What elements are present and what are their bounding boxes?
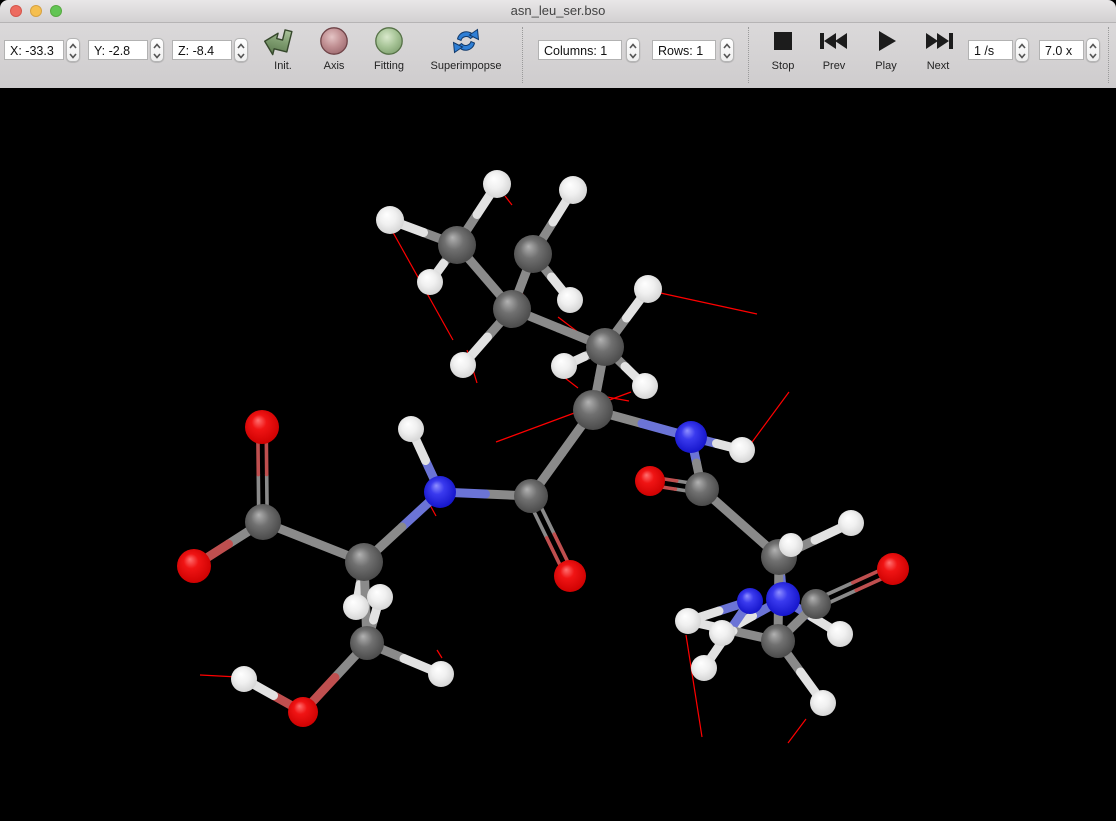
atom-h [343, 594, 369, 620]
atom-h [632, 373, 658, 399]
atom-o [245, 410, 279, 444]
z-rotation-field[interactable]: Z: -8.4 [172, 40, 232, 60]
toolbar-separator [522, 27, 523, 83]
fitting-label: Fitting [374, 60, 404, 72]
fitting-icon[interactable] [374, 26, 404, 61]
atom-h [428, 661, 454, 687]
rows-stepper[interactable] [720, 38, 734, 62]
toolbar-separator [1108, 27, 1109, 83]
x-rotation-field[interactable]: X: -33.3 [4, 40, 64, 60]
atom-h [551, 353, 577, 379]
next-icon[interactable] [923, 31, 955, 56]
atom-c [438, 226, 476, 264]
columns-stepper[interactable] [626, 38, 640, 62]
y-rotation-stepper[interactable] [150, 38, 164, 62]
atom-h [557, 287, 583, 313]
atom-h [559, 176, 587, 204]
rows-field[interactable]: Rows: 1 [652, 40, 716, 60]
atom-h [634, 275, 662, 303]
atom-c [514, 479, 548, 513]
y-rotation-field[interactable]: Y: -2.8 [88, 40, 148, 60]
atom-c [573, 390, 613, 430]
atom-h [231, 666, 257, 692]
z-rotation-stepper[interactable] [234, 38, 248, 62]
atom-c [801, 589, 831, 619]
window-title: asn_leu_ser.bso [0, 3, 1116, 18]
atom-c [586, 328, 624, 366]
atom-c [514, 235, 552, 273]
atom-c [685, 472, 719, 506]
atom-c [761, 624, 795, 658]
stop-label: Stop [772, 60, 795, 72]
play-label: Play [875, 60, 896, 72]
prev-label: Prev [823, 60, 846, 72]
atom-h [483, 170, 511, 198]
toolbar-separator [748, 27, 749, 83]
atom-o [635, 466, 665, 496]
atom-h [691, 655, 717, 681]
atom-c [493, 290, 531, 328]
x-rotation-stepper[interactable] [66, 38, 80, 62]
atom-o [177, 549, 211, 583]
atom-h [729, 437, 755, 463]
atom-h [810, 690, 836, 716]
play-icon[interactable] [877, 30, 897, 57]
atom-h [417, 269, 443, 295]
superimpose-label: Superimpopse [431, 60, 502, 72]
atom-h [376, 206, 404, 234]
columns-field[interactable]: Columns: 1 [538, 40, 622, 60]
atom-c [245, 504, 281, 540]
toolbar: X: -33.3 Y: -2.8 Z: -8.4 Init. [0, 23, 1116, 89]
atom-h [367, 584, 393, 610]
atom-n [766, 582, 800, 616]
axis-label: Axis [324, 60, 345, 72]
atom-n [737, 588, 763, 614]
atom-n [675, 421, 707, 453]
atom-h [779, 533, 803, 557]
speed-stepper[interactable] [1015, 38, 1029, 62]
titlebar[interactable]: asn_leu_ser.bso [0, 0, 1116, 23]
atom-h [709, 620, 735, 646]
init-label: Init. [274, 60, 292, 72]
stop-icon[interactable] [773, 31, 793, 56]
speed-field[interactable]: 1 /s [968, 40, 1013, 60]
atom-h [450, 352, 476, 378]
molecule-svg[interactable] [0, 88, 1116, 821]
init-icon[interactable] [262, 26, 298, 63]
zoom-field[interactable]: 7.0 x [1039, 40, 1084, 60]
prev-icon[interactable] [818, 31, 850, 56]
atom-o [554, 560, 586, 592]
atom-o [877, 553, 909, 585]
atom-c [345, 543, 383, 581]
next-label: Next [927, 60, 950, 72]
app-window: asn_leu_ser.bso X: -33.3 Y: -2.8 Z: -8.4 [0, 0, 1116, 821]
atom-h [398, 416, 424, 442]
atom-h [675, 608, 701, 634]
zoom-stepper[interactable] [1086, 38, 1100, 62]
atom-h [827, 621, 853, 647]
atom-c [350, 626, 384, 660]
atom-o [288, 697, 318, 727]
atom-n [424, 476, 456, 508]
atom-h [838, 510, 864, 536]
axis-icon[interactable] [319, 26, 349, 61]
superimpose-icon[interactable] [450, 25, 482, 62]
viewport[interactable] [0, 88, 1116, 821]
